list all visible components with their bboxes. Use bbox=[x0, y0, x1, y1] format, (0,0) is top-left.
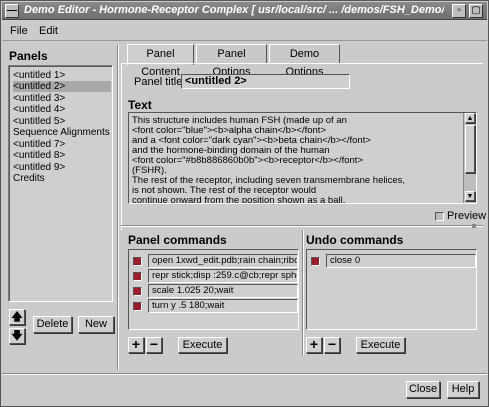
text-heading: Text bbox=[128, 98, 152, 112]
command-checkbox[interactable] bbox=[133, 272, 142, 281]
window-title: Demo Editor - Hormone-Receptor Complex [… bbox=[24, 4, 444, 16]
remove-command-button[interactable]: − bbox=[146, 337, 162, 353]
minimize-icon[interactable]: ▫ bbox=[452, 4, 466, 18]
panels-list[interactable]: <untitled 1> <untitled 2> <untitled 3> <… bbox=[8, 65, 113, 302]
list-item[interactable]: <untitled 8> bbox=[13, 150, 111, 161]
remove-undo-command-button[interactable]: − bbox=[324, 337, 340, 353]
panel-text-editor[interactable]: This structure includes human FSH (made … bbox=[128, 112, 477, 204]
command-field[interactable]: close 0 bbox=[326, 254, 476, 268]
list-item[interactable]: <untitled 7> bbox=[13, 139, 111, 150]
move-down-arrow-icon[interactable]: 🡇 bbox=[9, 328, 25, 344]
list-item[interactable]: Sequence Alignments bbox=[13, 127, 111, 138]
command-field[interactable]: scale 1.025 20;wait bbox=[148, 284, 298, 298]
scroll-thumb[interactable] bbox=[465, 125, 475, 173]
command-checkbox[interactable] bbox=[311, 257, 320, 266]
command-checkbox[interactable] bbox=[133, 257, 142, 266]
panel-title-label: Panel title: bbox=[134, 76, 186, 88]
panel-commands-heading: Panel commands bbox=[128, 233, 227, 247]
undo-commands-list[interactable]: close 0 bbox=[306, 249, 477, 330]
text-line: continue onward from the position shown … bbox=[132, 195, 346, 204]
undo-commands-heading: Undo commands bbox=[306, 233, 404, 247]
help-button[interactable]: Help bbox=[447, 381, 479, 398]
menu-edit[interactable]: Edit bbox=[39, 25, 58, 37]
menu-bar: File Edit bbox=[2, 21, 487, 41]
footer-divider bbox=[2, 373, 487, 375]
command-checkbox[interactable] bbox=[133, 302, 142, 311]
list-item[interactable]: <untitled 4> bbox=[13, 104, 111, 115]
scroll-down-icon[interactable]: ▼ bbox=[465, 191, 475, 201]
sidebar-divider bbox=[117, 45, 119, 370]
add-undo-command-button[interactable]: + bbox=[306, 337, 322, 353]
tab-demo-options[interactable]: Demo Options bbox=[269, 44, 340, 78]
command-field[interactable]: turn y .5 180;wait bbox=[148, 299, 298, 313]
text-scrollbar[interactable]: ▲ ▼ bbox=[463, 113, 476, 203]
preview-label: Preview bbox=[447, 210, 487, 222]
list-item[interactable]: <untitled 3> bbox=[13, 93, 111, 104]
section-divider bbox=[121, 225, 483, 227]
list-item[interactable]: <untitled 5> bbox=[13, 116, 111, 127]
preview-checkbox[interactable] bbox=[435, 212, 444, 221]
maximize-icon[interactable]: ▢ bbox=[469, 4, 483, 18]
panels-heading: Panels bbox=[9, 49, 48, 63]
list-item[interactable]: <untitled 9> bbox=[13, 162, 111, 173]
demo-editor-window: — Demo Editor - Hormone-Receptor Complex… bbox=[0, 0, 489, 407]
new-button[interactable]: New bbox=[78, 316, 114, 333]
command-field[interactable]: open 1xwd_edit.pdb;rain chain;ribcol y bbox=[148, 254, 298, 268]
tab-panel-content[interactable]: Panel Content bbox=[127, 44, 194, 78]
menu-file[interactable]: File bbox=[10, 25, 28, 37]
scroll-up-icon[interactable]: ▲ bbox=[465, 113, 475, 123]
move-up-arrow-icon[interactable]: 🡅 bbox=[9, 309, 25, 325]
execute-undo-commands-button[interactable]: Execute bbox=[356, 337, 405, 353]
command-field[interactable]: repr stick;disp :259.c@cb;repr sphere : bbox=[148, 269, 298, 283]
title-bar[interactable]: — Demo Editor - Hormone-Receptor Complex… bbox=[2, 2, 487, 20]
close-button[interactable]: Close bbox=[406, 381, 440, 398]
add-command-button[interactable]: + bbox=[128, 337, 144, 353]
list-item[interactable]: Credits bbox=[13, 173, 111, 184]
tab-panel-options[interactable]: Panel Options bbox=[196, 44, 267, 78]
list-item-selected[interactable]: <untitled 2> bbox=[13, 81, 111, 92]
command-checkbox[interactable] bbox=[133, 287, 142, 296]
panel-commands-list[interactable]: open 1xwd_edit.pdb;rain chain;ribcol y r… bbox=[128, 249, 299, 330]
panel-title-input[interactable]: <untitled 2> bbox=[181, 74, 350, 89]
pane-resize-handle[interactable] bbox=[472, 224, 476, 228]
commands-divider bbox=[302, 230, 304, 355]
list-item[interactable]: <untitled 1> bbox=[13, 70, 111, 81]
window-menu-icon[interactable]: — bbox=[5, 4, 19, 18]
delete-button[interactable]: Delete bbox=[33, 316, 72, 333]
execute-panel-commands-button[interactable]: Execute bbox=[178, 337, 227, 353]
